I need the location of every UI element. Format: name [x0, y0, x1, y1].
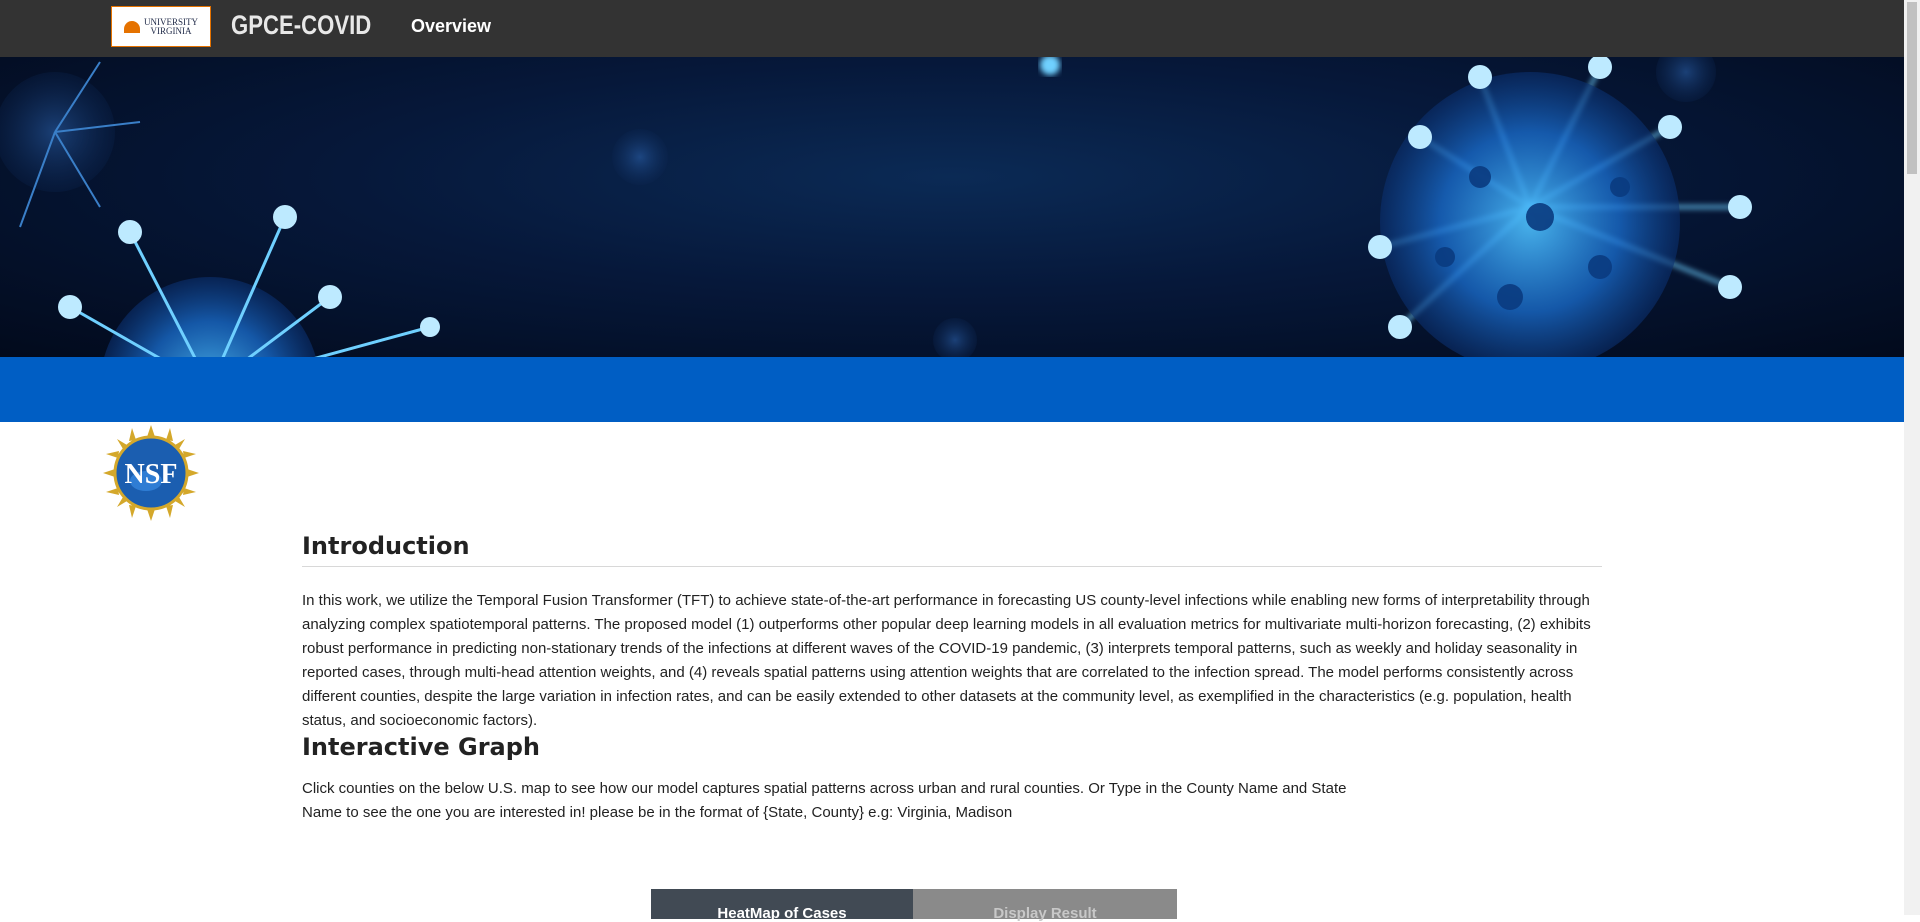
introduction-heading: Introduction [302, 532, 1602, 567]
scrollbar-thumb[interactable] [1907, 2, 1917, 174]
main-content: Introduction In this work, we utilize th… [302, 532, 1602, 825]
nsf-logo-icon[interactable]: NSF [101, 423, 201, 523]
accent-band [0, 357, 1904, 422]
interactive-graph-line-2: Name to see the one you are interested i… [302, 804, 1013, 821]
hero-banner [0, 57, 1904, 357]
introduction-text: In this work, we utilize the Temporal Fu… [302, 592, 1591, 729]
interactive-graph-line-1: Click counties on the below U.S. map to … [302, 780, 1347, 797]
rotunda-icon [124, 20, 140, 33]
page-scrollbar[interactable] [1904, 0, 1920, 915]
nsf-logo-text: NSF [125, 459, 178, 490]
interactive-graph-heading: Interactive Graph [302, 733, 540, 761]
nav-link-overview[interactable]: Overview [411, 16, 491, 37]
university-logo-text: UNIVERSITY VIRGINIA [144, 17, 198, 36]
interactive-graph-text: Click counties on the below U.S. map to … [302, 777, 1362, 825]
top-navbar: UNIVERSITY VIRGINIA GPCE-COVID Overview [0, 0, 1904, 57]
virus-illustration [0, 57, 1752, 357]
university-logo-icon[interactable]: UNIVERSITY VIRGINIA [111, 6, 211, 47]
brand-title[interactable]: GPCE-COVID [231, 10, 371, 41]
logo-line-2: VIRGINIA [150, 25, 192, 36]
